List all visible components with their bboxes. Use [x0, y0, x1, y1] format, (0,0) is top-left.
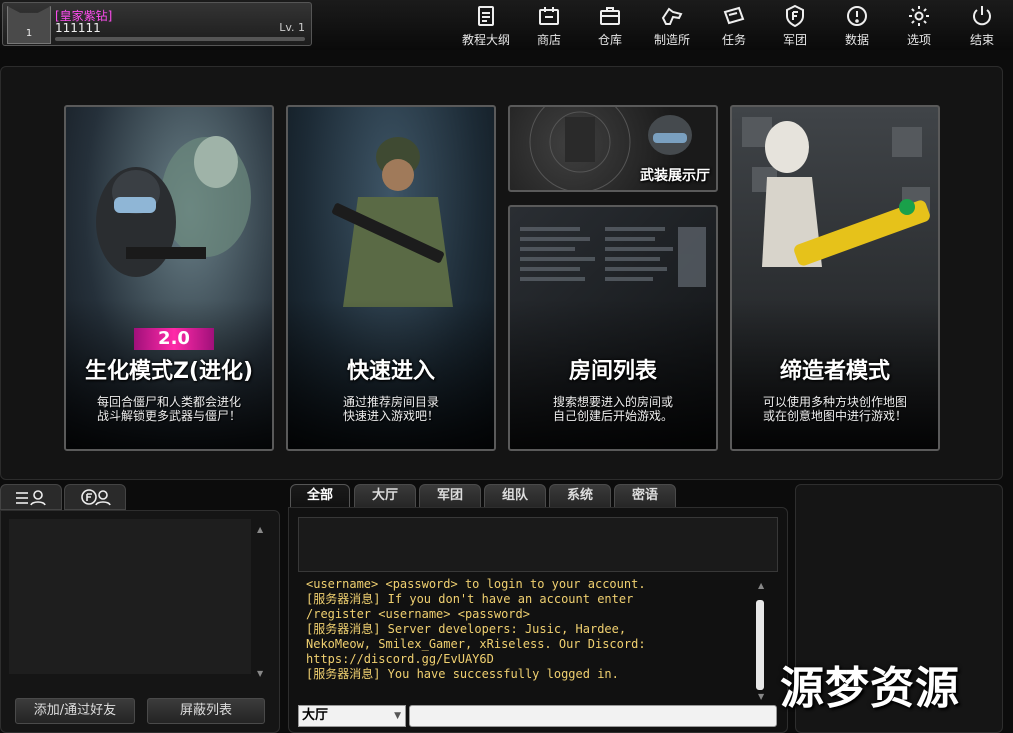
card-title: 房间列表 [568, 359, 657, 384]
nav-label: 商店 [536, 33, 561, 47]
block-list-button[interactable]: 屏蔽列表 [147, 698, 265, 724]
card-desc-line: 自己创建后开始游戏。 [552, 409, 673, 423]
shop-icon [539, 7, 559, 25]
clan-icon [786, 4, 804, 28]
creator-mode-card[interactable]: 缔造者模式 可以使用多种方块创作地图 或在创意地图中进行游戏！ [730, 105, 940, 451]
profile-panel[interactable]: 1 [皇家紫钻] 111111 Lv. 1 [2, 2, 312, 46]
add-friend-button[interactable]: 添加/通过好友 [15, 698, 135, 724]
friend-list[interactable] [9, 519, 251, 674]
chat-tab-whisper[interactable]: 密语 [614, 484, 676, 508]
nav-label: 教程大纲 [461, 33, 510, 47]
card-title: 武装展示厅 [640, 168, 710, 184]
card-title: 快速进入 [346, 359, 435, 384]
chevron-down-icon: ▼ [394, 711, 401, 721]
zombie-mode-card[interactable]: 2.0 生化模式Z(进化) 每回合僵尸和人类都会进化 战斗解锁更多武器与僵尸！ [64, 105, 274, 451]
card-desc-line: 通过推荐房间目录 [342, 395, 439, 409]
card-desc-line: 搜索想要进入的房间或 [552, 395, 673, 409]
chat-message-input[interactable] [409, 705, 777, 727]
nav-label: 任务 [721, 33, 746, 47]
alert-icon [847, 6, 867, 26]
nav-label: 仓库 [597, 33, 622, 47]
briefcase-icon [600, 7, 620, 25]
chat-line: /register <username> <password> [306, 607, 530, 621]
card-desc-line: 每回合僵尸和人类都会进化 [96, 395, 241, 409]
card-desc-line: 快速进入游戏吧！ [342, 409, 439, 423]
nav-tutorial-button[interactable]: 教程大纲 [456, 2, 516, 47]
nav-label: 数据 [844, 33, 869, 47]
avatar-rank: 1 [25, 28, 33, 39]
chat-body: <username> <password> to login to your a… [288, 507, 788, 733]
nav-label: 军团 [782, 33, 807, 47]
chat-scrollbar[interactable] [756, 600, 764, 690]
chat-log: <username> <password> to login to your a… [306, 577, 746, 687]
nav-shop-button[interactable]: 商店 [519, 2, 579, 47]
level-label: Lv. 1 [279, 21, 305, 34]
chat-tab-all[interactable]: 全部 [290, 484, 350, 508]
nav-data-button[interactable]: 数据 [827, 2, 887, 47]
chat-tab-clan[interactable]: 军团 [419, 484, 481, 508]
chat-tab-lobby[interactable]: 大厅 [354, 484, 416, 508]
nav-exit-button[interactable]: 结束 [952, 2, 1012, 47]
chat-tab-system[interactable]: 系统 [549, 484, 611, 508]
power-icon [973, 6, 991, 26]
room-list-card[interactable]: 房间列表 搜索想要进入的房间或 自己创建后开始游戏。 [508, 205, 718, 451]
mode-select-panel: 2.0 生化模式Z(进化) 每回合僵尸和人类都会进化 战斗解锁更多武器与僵尸！ … [0, 66, 1003, 480]
card-desc-line: 或在创意地图中进行游戏！ [762, 409, 907, 423]
nav-options-button[interactable]: 选项 [889, 2, 949, 47]
watermark: 源梦资源 [780, 663, 960, 714]
nav-label: 制造所 [653, 33, 690, 47]
chat-panel: 全部 大厅 军团 组队 系统 密语 <username> <password> … [288, 484, 788, 733]
nav-label: 结束 [969, 33, 994, 47]
clan-friends-icon [81, 489, 111, 506]
scroll-up-arrow-icon[interactable]: ▲ [257, 525, 263, 534]
nav-clan-button[interactable]: 军团 [765, 2, 825, 47]
xp-bar [55, 37, 305, 41]
tab-clan-friends[interactable] [64, 484, 126, 510]
chat-line: [服务器消息] If you don't have an account ent… [306, 592, 634, 606]
chat-scroll-down-icon[interactable]: ▼ [758, 692, 764, 701]
chat-channel-select[interactable]: 大厅 ▼ [298, 705, 406, 727]
card-title: 生化模式Z(进化) [84, 359, 254, 384]
username: 111111 [55, 21, 101, 35]
nav-mission-button[interactable]: 任务 [704, 2, 764, 47]
nav-workshop-button[interactable]: 制造所 [642, 2, 702, 47]
chat-line: [服务器消息] You have successfully logged in. [306, 667, 619, 681]
top-bar: 1 [皇家紫钻] 111111 Lv. 1 教程大纲 商店 仓库 制造所 任务 … [0, 0, 1013, 50]
friend-list-container: ▲ ▼ 添加/通过好友 屏蔽列表 [0, 510, 280, 733]
nav-warehouse-button[interactable]: 仓库 [580, 2, 640, 47]
friend-list-icon [16, 490, 46, 506]
version-badge: 2.0 [134, 328, 214, 350]
chat-tab-party[interactable]: 组队 [484, 484, 546, 508]
nav-label: 选项 [906, 33, 931, 47]
chat-line: <username> <password> to login to your a… [306, 577, 646, 591]
chat-line: [服务器消息] Server developers: Jusic, Hardee… [306, 622, 627, 636]
scroll-down-arrow-icon[interactable]: ▼ [257, 669, 263, 678]
mission-icon [723, 6, 745, 25]
friends-panel: ▲ ▼ 添加/通过好友 屏蔽列表 [0, 484, 280, 733]
card-title: 缔造者模式 [779, 359, 890, 384]
quick-join-card[interactable]: 快速进入 通过推荐房间目录 快速进入游戏吧！ [286, 105, 496, 451]
gear-icon [909, 6, 929, 26]
chat-scroll-up-icon[interactable]: ▲ [758, 581, 764, 590]
card-desc-line: 可以使用多种方块创作地图 [762, 395, 907, 409]
chat-notice-area [298, 517, 778, 572]
avatar[interactable]: 1 [7, 6, 51, 44]
card-desc-line: 战斗解锁更多武器与僵尸！ [96, 409, 241, 423]
channel-value: 大厅 [302, 708, 329, 723]
workshop-icon [661, 7, 683, 25]
tab-friend-list[interactable] [0, 484, 62, 510]
armory-card[interactable]: 武装展示厅 [508, 105, 718, 192]
clipboard-icon [478, 6, 494, 26]
chat-line: https://discord.gg/EvUAY6D [306, 652, 494, 666]
chat-line: NekoMeow, Smilex_Gamer, xRiseless. Our D… [306, 637, 646, 651]
